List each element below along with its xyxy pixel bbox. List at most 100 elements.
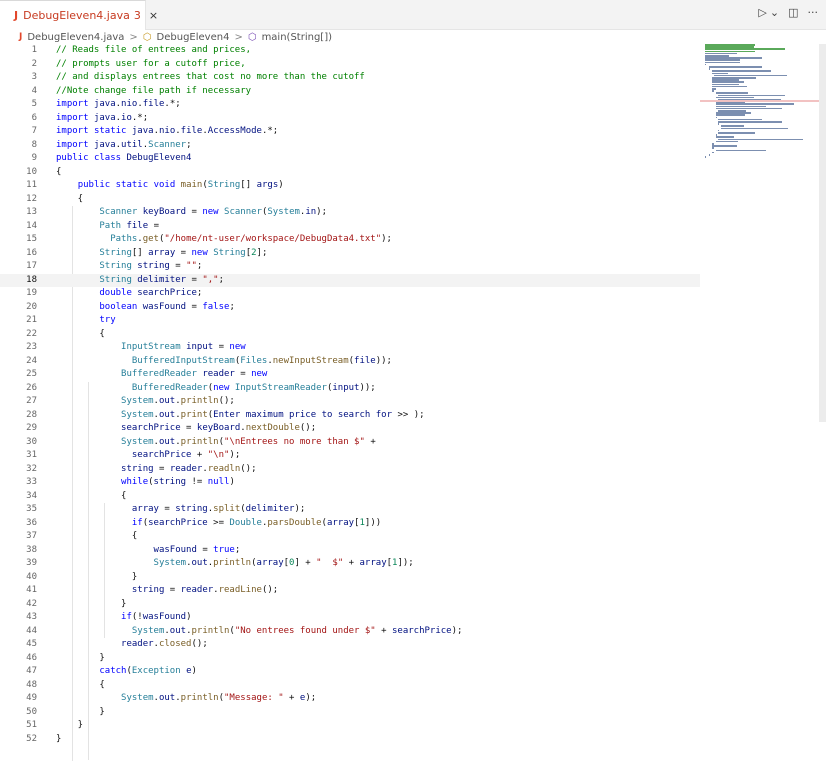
code-text[interactable]: boolean wasFound = false; (56, 301, 235, 315)
code-line[interactable]: 39 System.out.println(array[0] + " $" + … (0, 557, 700, 571)
code-text[interactable]: System.out.println("Message: " + e); (56, 692, 316, 706)
code-line[interactable]: 49 System.out.println("Message: " + e); (0, 692, 700, 706)
code-text[interactable]: String[] array = new String[2]; (56, 247, 267, 261)
code-line[interactable]: 20 boolean wasFound = false; (0, 301, 700, 315)
code-line[interactable]: 34 { (0, 490, 700, 504)
code-text[interactable]: String delimiter = ","; (56, 274, 224, 288)
code-text[interactable]: // Reads file of entrees and prices, (56, 44, 251, 58)
code-line[interactable]: 26 BufferedReader(new InputStreamReader(… (0, 382, 700, 396)
code-line[interactable]: 12 { (0, 193, 700, 207)
code-text[interactable]: double searchPrice; (56, 287, 202, 301)
run-dropdown-icon[interactable]: ⌄ (770, 6, 779, 19)
code-line[interactable]: 16 String[] array = new String[2]; (0, 247, 700, 261)
code-text[interactable]: // and displays entrees that cost no mor… (56, 71, 365, 85)
code-text[interactable]: System.out.print(Enter maximum price to … (56, 409, 425, 423)
code-line[interactable]: 6 import java.io.*; (0, 112, 700, 126)
code-text[interactable]: while(string != null) (56, 476, 235, 490)
code-line[interactable]: 40 } (0, 571, 700, 585)
code-line[interactable]: 18 String delimiter = ","; (0, 273, 700, 288)
code-line[interactable]: 51 } (0, 719, 700, 733)
code-text[interactable]: InputStream input = new (56, 341, 246, 355)
code-line[interactable]: 17 String string = ""; (0, 260, 700, 274)
code-line[interactable]: 30 System.out.println("\nEntrees no more… (0, 436, 700, 450)
code-text[interactable]: BufferedReader(new InputStreamReader(inp… (56, 382, 376, 396)
code-text[interactable]: array = string.split(delimiter); (56, 503, 305, 517)
code-line[interactable]: 5 import java.nio.file.*; (0, 98, 700, 112)
code-text[interactable]: try (56, 314, 115, 328)
code-line[interactable]: 32 string = reader.readln(); (0, 463, 700, 477)
code-line[interactable]: 48 { (0, 679, 700, 693)
code-line[interactable]: 45 reader.closed(); (0, 638, 700, 652)
code-text[interactable]: { (56, 166, 61, 180)
code-line[interactable]: 22 { (0, 328, 700, 342)
code-text[interactable]: wasFound = true; (56, 544, 241, 558)
code-text[interactable]: } (56, 571, 137, 585)
code-text[interactable]: String string = ""; (56, 260, 202, 274)
code-line[interactable]: 42 } (0, 598, 700, 612)
code-text[interactable]: System.out.println("\nEntrees no more th… (56, 436, 376, 450)
code-text[interactable]: { (56, 530, 137, 544)
code-text[interactable]: if(searchPrice >= Double.parsDouble(arra… (56, 517, 381, 531)
code-text[interactable]: public class DebugEleven4 (56, 152, 191, 166)
code-text[interactable]: reader.closed(); (56, 638, 208, 652)
tab-debugeleven4[interactable]: J DebugEleven4.java 3 × (0, 0, 158, 30)
code-text[interactable]: BufferedInputStream(Files.newInputStream… (56, 355, 392, 369)
code-line[interactable]: 9 public class DebugEleven4 (0, 152, 700, 166)
code-line[interactable]: 35 array = string.split(delimiter); (0, 503, 700, 517)
code-line[interactable]: 14 Path file = (0, 220, 700, 234)
code-text[interactable]: import java.io.*; (56, 112, 148, 126)
code-line[interactable]: 28 System.out.print(Enter maximum price … (0, 409, 700, 423)
breadcrumb-class[interactable]: DebugEleven4 (157, 32, 230, 43)
code-line[interactable]: 8 import java.util.Scanner; (0, 139, 700, 153)
code-text[interactable]: searchPrice + "\n"); (56, 449, 240, 463)
minimap[interactable] (705, 44, 820, 164)
code-text[interactable]: { (56, 193, 83, 207)
breadcrumb-method[interactable]: main(String[]) (262, 32, 332, 43)
code-text[interactable]: string = reader.readln(); (56, 463, 257, 477)
code-line[interactable]: 27 System.out.println(); (0, 395, 700, 409)
code-text[interactable]: Paths.get("/home/nt-user/workspace/Debug… (56, 233, 392, 247)
code-line[interactable]: 52} (0, 733, 700, 747)
code-text[interactable]: //Note change file path if necessary (56, 85, 251, 99)
code-line[interactable]: 29 searchPrice = keyBoard.nextDouble(); (0, 422, 700, 436)
code-line[interactable]: 3 // and displays entrees that cost no mo… (0, 71, 700, 85)
code-text[interactable]: if(!wasFound) (56, 611, 191, 625)
run-icon[interactable]: ▷ (758, 6, 766, 19)
code-line[interactable]: 13 Scanner keyBoard = new Scanner(System… (0, 206, 700, 220)
code-text[interactable]: import java.nio.file.*; (56, 98, 181, 112)
code-line[interactable]: 24 BufferedInputStream(Files.newInputStr… (0, 355, 700, 369)
code-line[interactable]: 37 { (0, 530, 700, 544)
code-editor[interactable]: 1 // Reads file of entrees and prices, 2 //… (0, 44, 700, 761)
code-text[interactable]: } (56, 598, 126, 612)
code-text[interactable]: import java.util.Scanner; (56, 139, 192, 153)
code-line[interactable]: 43 if(!wasFound) (0, 611, 700, 625)
code-line[interactable]: 38 wasFound = true; (0, 544, 700, 558)
code-text[interactable]: Path file = (56, 220, 159, 234)
code-text[interactable]: } (56, 719, 83, 733)
code-line[interactable]: 15 Paths.get("/home/nt-user/workspace/De… (0, 233, 700, 247)
code-line[interactable]: 47 catch(Exception e) (0, 665, 700, 679)
code-line[interactable]: 23 InputStream input = new (0, 341, 700, 355)
code-text[interactable]: } (56, 733, 61, 747)
code-line[interactable]: 21 try (0, 314, 700, 328)
code-text[interactable]: searchPrice = keyBoard.nextDouble(); (56, 422, 316, 436)
code-text[interactable]: import static java.nio.file.AccessMode.*… (56, 125, 278, 139)
code-line[interactable]: 1 // Reads file of entrees and prices, (0, 44, 700, 58)
code-line[interactable]: 4 //Note change file path if necessary (0, 85, 700, 99)
split-editor-icon[interactable]: ◫ (788, 6, 798, 19)
code-line[interactable]: 46 } (0, 652, 700, 666)
code-text[interactable]: public static void main(String[] args) (56, 179, 284, 193)
code-text[interactable]: catch(Exception e) (56, 665, 197, 679)
code-line[interactable]: 41 string = reader.readLine(); (0, 584, 700, 598)
code-line[interactable]: 33 while(string != null) (0, 476, 700, 490)
breadcrumb-file[interactable]: DebugEleven4.java (27, 32, 124, 43)
code-line[interactable]: 7 import static java.nio.file.AccessMode.… (0, 125, 700, 139)
code-line[interactable]: 36 if(searchPrice >= Double.parsDouble(a… (0, 517, 700, 531)
code-line[interactable]: 25 BufferedReader reader = new (0, 368, 700, 382)
code-line[interactable]: 11 public static void main(String[] args… (0, 179, 700, 193)
code-text[interactable]: System.out.println(); (56, 395, 235, 409)
code-line[interactable]: 44 System.out.println("No entrees found … (0, 625, 700, 639)
code-text[interactable]: System.out.println(array[0] + " $" + arr… (56, 557, 414, 571)
more-actions-icon[interactable]: ··· (808, 6, 819, 19)
vertical-scrollbar[interactable] (819, 44, 826, 422)
